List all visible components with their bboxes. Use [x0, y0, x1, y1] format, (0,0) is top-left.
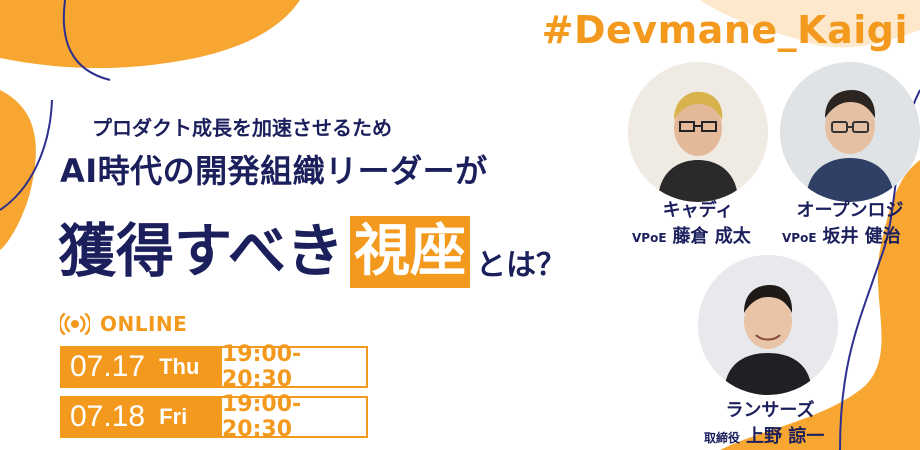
title-line-2-main: 獲得すべき: [58, 217, 344, 285]
subtitle: プロダクト成長を加速させるため: [92, 116, 392, 140]
speaker-2-role: VPoE 坂井 健治: [782, 222, 901, 248]
speaker-2-name: 坂井 健治: [822, 226, 901, 247]
title-line-1: AI時代の開発組織リーダーが: [60, 152, 488, 190]
title-line-2: 獲得すべき 視座 とは？: [58, 200, 566, 288]
speaker-1-role: VPoE 藤倉 成太: [632, 222, 751, 248]
session-date-box: 07.18 Fri: [62, 398, 222, 436]
session-row-1: 07.17 Thu 19:00-20:30: [60, 342, 368, 392]
session-date: 07.18: [70, 400, 146, 433]
left-blob: [0, 90, 36, 250]
speaker-3-role: 取締役 上野 諒一: [704, 422, 824, 448]
speaker-1-title: VPoE: [632, 231, 667, 245]
person-icon: [780, 62, 920, 202]
speaker-photo-3: [698, 255, 838, 395]
session-time: 19:00-20:30: [222, 392, 302, 442]
speaker-photo-2: [780, 62, 920, 202]
speaker-3-company: ランサーズ: [725, 400, 815, 421]
speaker-2-title: VPoE: [782, 231, 817, 245]
person-icon: [698, 255, 838, 395]
speaker-1-name: 藤倉 成太: [672, 226, 751, 247]
speaker-3-name: 上野 諒一: [746, 426, 825, 447]
online-indicator: ONLINE: [60, 312, 187, 336]
session-day: Thu: [159, 354, 200, 379]
session-date: 07.17: [70, 350, 146, 383]
title-line-2-highlight: 視座: [349, 216, 470, 288]
session-date-box: 07.17 Thu: [62, 348, 222, 386]
person-icon: [628, 62, 768, 202]
speaker-1-company: キャディ: [662, 200, 734, 221]
broadcast-icon: [60, 313, 90, 335]
hashtag: #Devmane_Kaigi: [541, 8, 908, 52]
online-label: ONLINE: [100, 312, 188, 336]
session-day: Fri: [159, 404, 188, 429]
session-row-2: 07.18 Fri 19:00-20:30: [60, 392, 368, 442]
top-left-blob: [0, 0, 300, 69]
speaker-2-company: オープンロジ: [796, 200, 904, 221]
title-line-2-tail: とは？: [475, 248, 566, 283]
speaker-3-title: 取締役: [704, 431, 741, 445]
speaker-photo-1: [628, 62, 768, 202]
session-time: 19:00-20:30: [222, 342, 302, 392]
